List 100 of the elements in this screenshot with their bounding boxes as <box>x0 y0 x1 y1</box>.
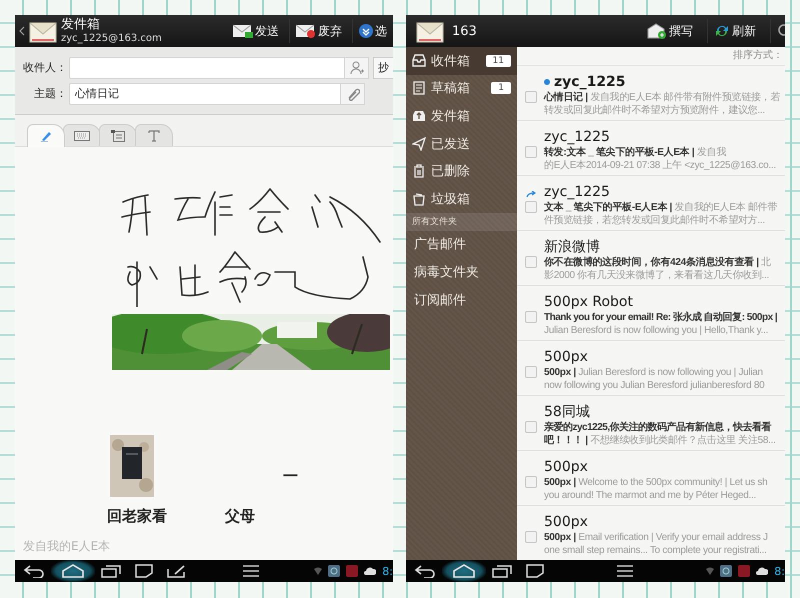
screenshot-icon[interactable] <box>135 564 153 578</box>
sender-name: zyc_1225 <box>544 72 780 91</box>
checkbox[interactable] <box>524 366 536 378</box>
app-icon <box>346 565 358 577</box>
field-label: 主题： <box>33 86 68 101</box>
message-row[interactable]: 58同城 亲爱的zyc1225,你关注的数码产品有新信息，快去看看 吧！！！ | 不想继续收到此类邮件？点击这里 关注58... <box>517 396 785 451</box>
recent-apps-icon[interactable] <box>101 564 121 578</box>
message-preview: you around! The marmot and me by Péter Heged... <box>544 489 757 502</box>
signature-text: 发自我的E人E本 <box>23 538 110 555</box>
message-preview: 的E人E本2014-09-21 07:38 上午 <zyc_1225@163.co... <box>544 159 776 172</box>
recent-apps-icon[interactable] <box>492 564 512 578</box>
message-row[interactable]: zyc_1225 心情日记 | 发自我的E人E本 邮件带有附件预览链接，若 转发或回复此邮件时不希望对方预览附件，建议您... <box>517 66 785 121</box>
folder-item[interactable]: 订阅邮件 <box>406 286 517 314</box>
message-preview: 500px | Email verification | Verify your email address J <box>544 531 768 544</box>
clock: 8: <box>774 564 785 578</box>
message-preview: 你不在微博的这段时间，你有424条消息没有查看 | 北 <box>544 256 771 269</box>
add-contact-button[interactable] <box>345 56 369 78</box>
keyboard-tab[interactable] <box>63 124 101 146</box>
search-icon[interactable] <box>777 24 785 38</box>
message-row[interactable]: zyc_1225 文本 _ 笔尖下的平板-E人E本 | 发自我的E人E本 邮件带 件预览链接，若您转发或回复此邮件时不希望对方... <box>517 176 785 231</box>
chevron-down-icon <box>359 24 373 38</box>
cc-button[interactable]: 抄 <box>373 56 393 78</box>
checkbox[interactable] <box>524 476 536 488</box>
keyboard-icon <box>74 130 90 140</box>
field-label: 收件人： <box>22 60 68 75</box>
handwritten-text: 父母 <box>225 507 255 526</box>
checkbox[interactable] <box>524 311 536 323</box>
folder-item[interactable]: 草稿箱 1 <box>406 74 517 102</box>
folder-item[interactable]: 病毒文件夹 <box>406 258 517 286</box>
sender-name: zyc_1225 <box>544 182 611 201</box>
image-tab[interactable] <box>99 124 137 146</box>
checkbox[interactable] <box>524 146 536 158</box>
refresh-icon <box>714 23 730 39</box>
pen-note-icon[interactable] <box>167 564 187 578</box>
clock: 8: <box>382 564 393 578</box>
message-preview: 转发:文本 _ 笔尖下的平板-E人E本 | 发自我 <box>544 146 727 159</box>
options-button[interactable]: 选 <box>352 19 393 43</box>
home-icon[interactable] <box>452 564 476 578</box>
folder-item[interactable]: 已删除 <box>406 157 517 185</box>
folder-item[interactable]: 广告邮件 <box>406 230 517 258</box>
message-preview: 500px | Julian Beresford is now following you | Julian <box>544 366 764 379</box>
send-button[interactable]: 发送 <box>227 19 285 43</box>
trash-icon <box>412 164 426 178</box>
home-icon[interactable] <box>61 564 85 578</box>
text-tab[interactable] <box>135 124 173 146</box>
cloud-icon <box>756 567 768 575</box>
attach-button[interactable] <box>341 82 365 104</box>
recipient-field[interactable] <box>69 56 345 78</box>
folder-item[interactable]: 发件箱 <box>406 102 517 130</box>
message-preview: 亲爱的zyc1225,你关注的数码产品有新信息，快去看看 <box>544 421 772 434</box>
paperclip-icon <box>346 86 360 100</box>
message-preview: 吧！！！ | 不想继续收到此类邮件？点击这里 关注58... <box>544 434 776 447</box>
message-preview: now following you Julian Beresford julianberesford 80 <box>544 379 764 392</box>
checkbox[interactable] <box>524 91 536 103</box>
message-row[interactable]: zyc_1225 转发:文本 _ 笔尖下的平板-E人E本 | 发自我 的E人E本2014-09-21 07:38 上午 <zyc_1225@163.co... <box>517 121 785 176</box>
checkbox[interactable] <box>524 421 536 433</box>
message-row[interactable]: 新浪微博 你不在微博的这段时间，你有424条消息没有查看 | 北 影2000 你有几天没来微博了，来看看这几天你收到... <box>517 231 785 286</box>
message-row[interactable]: 500px Robot Thank you for your email! Re: 张永成 自动回复: 500px | Julian Beresford is now following you | Hello,Thank y... <box>517 286 785 341</box>
menu-icon[interactable] <box>616 565 634 577</box>
pen-tab[interactable] <box>27 124 65 147</box>
screenshot-icon[interactable] <box>526 564 544 578</box>
sender-name: 新浪微博 <box>544 238 601 256</box>
message-preview: 文本 _ 笔尖下的平板-E人E本 | 发自我的E人E本 邮件带 <box>544 201 777 214</box>
folder-item[interactable]: 垃圾箱 <box>406 184 517 213</box>
discard-button[interactable]: 废弃 <box>289 19 348 43</box>
menu-icon[interactable] <box>242 565 260 577</box>
message-row[interactable]: 500px 500px | Welcome to the 500px community! | Let us sh you around! The marmot and me by Péter Heged... <box>517 451 785 506</box>
handwritten-text: 回老家看 <box>107 507 167 526</box>
trash-icon <box>412 192 426 206</box>
section-header: 所有文件夹 <box>406 212 517 231</box>
checkbox[interactable] <box>524 201 536 213</box>
count-badge: 11 <box>486 54 511 67</box>
sender-name: 500px Robot <box>544 292 634 311</box>
message-preview: 500px | Welcome to the 500px community! | Let us sh <box>544 476 768 489</box>
compose-button[interactable]: 撰写 <box>641 19 699 43</box>
message-preview: 件预览链接，若您转发或回复此邮件时不希望对方... <box>544 214 766 227</box>
message-preview: Julian Beresford is now following you | Hello,Thank y... <box>544 324 770 337</box>
person-plus-icon <box>350 60 364 74</box>
subject-field[interactable]: 心情日记 <box>69 82 341 104</box>
envelope-plus-icon <box>647 23 667 39</box>
message-preview: 心情日记 | 发自我的E人E本 邮件带有附件预览链接，若 <box>544 91 780 104</box>
envelope-send-icon <box>233 24 253 38</box>
message-preview: 转发或回复此邮件时不希望对方预览附件，建议您... <box>544 104 766 117</box>
folder-item[interactable]: 收件箱 11 <box>406 47 517 75</box>
refresh-button[interactable]: 刷新 <box>707 19 762 43</box>
sender-name: 500px <box>544 348 589 366</box>
message-preview: Thank you for your email! Re: 张永成 自动回复: 500px | <box>544 311 778 324</box>
checkbox[interactable] <box>524 531 536 543</box>
back-icon[interactable] <box>19 26 25 36</box>
message-row[interactable]: 500px 500px | Julian Beresford is now following you | Julian now following you Julian Beresford julianberesford 80 <box>517 341 785 396</box>
checkbox[interactable] <box>524 256 536 268</box>
app-icon <box>328 565 340 577</box>
cloud-icon <box>364 567 376 575</box>
envelope-delete-icon <box>296 24 316 38</box>
folder-item[interactable]: 已发送 <box>406 130 517 158</box>
text-tool-icon <box>148 130 160 142</box>
outbox-icon <box>412 108 426 123</box>
message-preview: one small step remains... To complete your registrati... <box>544 544 768 557</box>
text-frame-icon <box>111 130 125 142</box>
wifi-icon <box>706 567 714 575</box>
